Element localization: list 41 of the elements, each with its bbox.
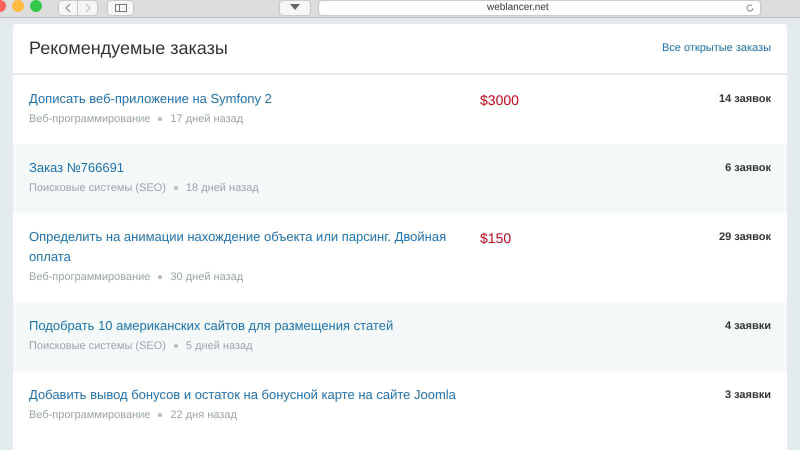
download-button[interactable] [279, 0, 311, 16]
dot-separator-icon [158, 275, 162, 279]
order-category: Поисковые системы (SEO) [29, 181, 166, 196]
order-category: Веб-программирование [29, 270, 150, 285]
arrow-down-icon [290, 4, 300, 12]
dot-separator-icon [158, 413, 162, 417]
sidebar-icon [114, 4, 126, 12]
all-orders-link[interactable]: Все открытые заказы [662, 40, 771, 57]
chevron-left-icon [65, 3, 71, 13]
sidebar-button[interactable] [107, 0, 134, 16]
order-category: Веб-программирование [29, 112, 150, 127]
order-title-link[interactable]: Заказ №766691 [29, 158, 469, 178]
dot-separator-icon [174, 186, 178, 190]
bids-count: 14 заявок [719, 92, 771, 107]
order-age: 18 дней назад [186, 181, 259, 196]
panel-title: Рекомендуемые заказы [29, 37, 228, 60]
dot-separator-icon [158, 117, 162, 121]
order-title-link[interactable]: Дописать веб-приложение на Symfony 2 [29, 89, 469, 109]
address-text: weblancer.net [487, 2, 549, 14]
bids-count: 29 заявок [719, 230, 771, 245]
order-title-link[interactable]: Подобрать 10 американских сайтов для размещения статей [29, 316, 469, 336]
order-age: 5 дней назад [186, 339, 253, 354]
forward-button[interactable] [78, 0, 98, 16]
order-age: 30 дней назад [170, 270, 244, 285]
reload-icon[interactable] [745, 3, 755, 13]
back-button[interactable] [58, 0, 78, 16]
order-price: $3000 [480, 92, 519, 108]
bids-count: 6 заявок [725, 161, 771, 176]
address-field[interactable]: weblancer.net [318, 0, 761, 16]
order-title-link[interactable]: Добавить вывод бонусов и остаток на бонусной карте на сайте Joomla [29, 385, 469, 405]
bids-count: 3 заявки [724, 388, 771, 403]
order-category: Поисковые системы (SEO) [29, 339, 166, 354]
dot-separator-icon [174, 344, 178, 348]
bids-count: 4 заявки [724, 319, 771, 334]
order-age: 17 дней назад [170, 112, 244, 127]
order-price: $150 [480, 230, 512, 246]
order-title-link[interactable]: Определить на анимации нахождение объекта или парсинг. Двойная оплата [29, 227, 469, 267]
order-category: Веб-программирование [29, 408, 150, 423]
maximize-window-icon[interactable] [30, 0, 42, 12]
order-age: 22 дня назад [170, 408, 237, 423]
chevron-right-icon [84, 3, 90, 13]
